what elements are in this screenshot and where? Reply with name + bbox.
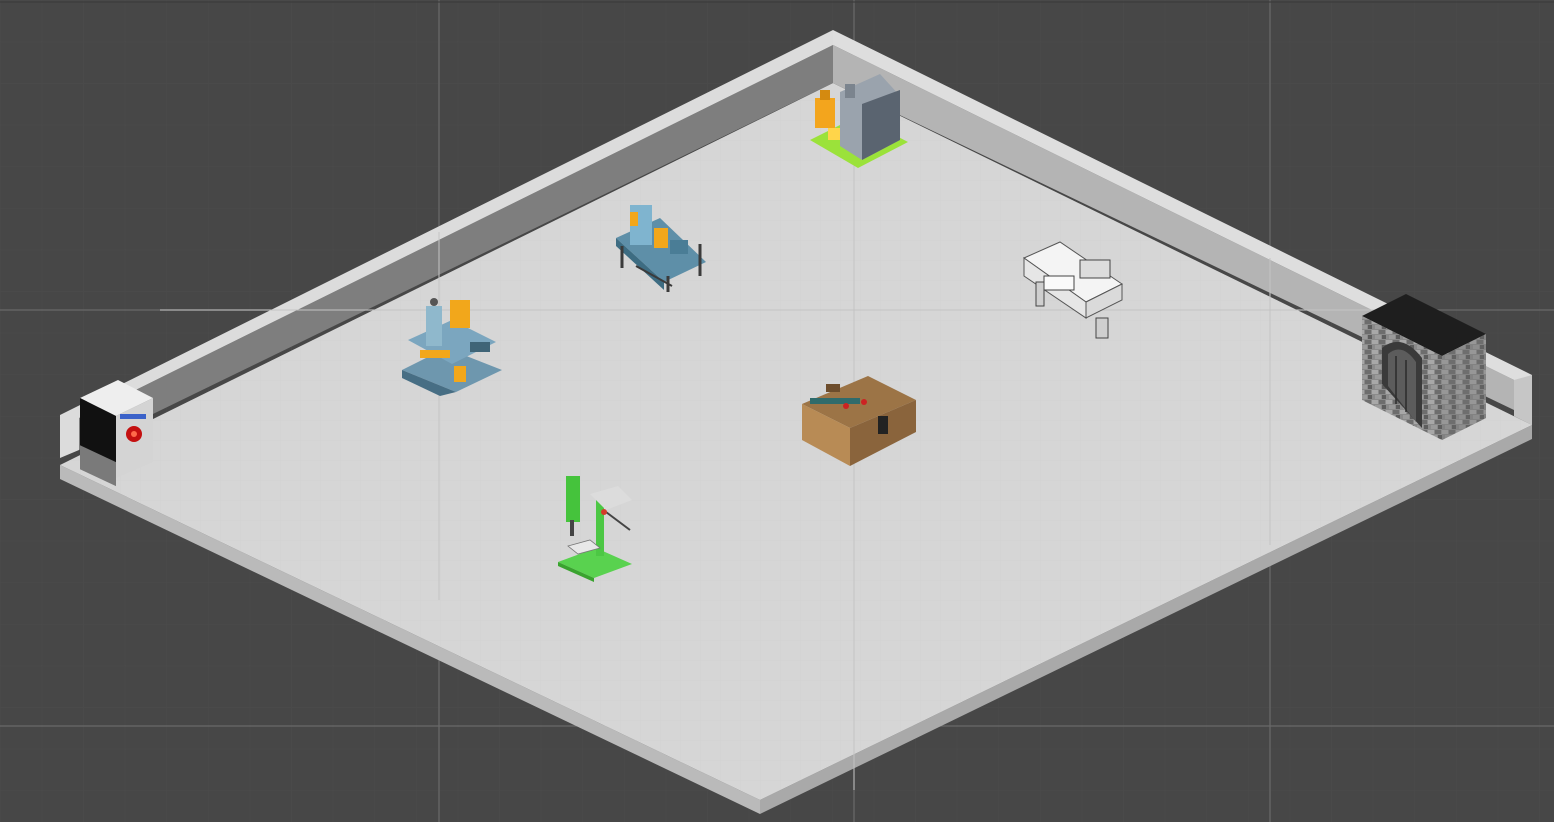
- scene-canvas: [0, 0, 1554, 822]
- scene-viewport[interactable]: [0, 0, 1554, 822]
